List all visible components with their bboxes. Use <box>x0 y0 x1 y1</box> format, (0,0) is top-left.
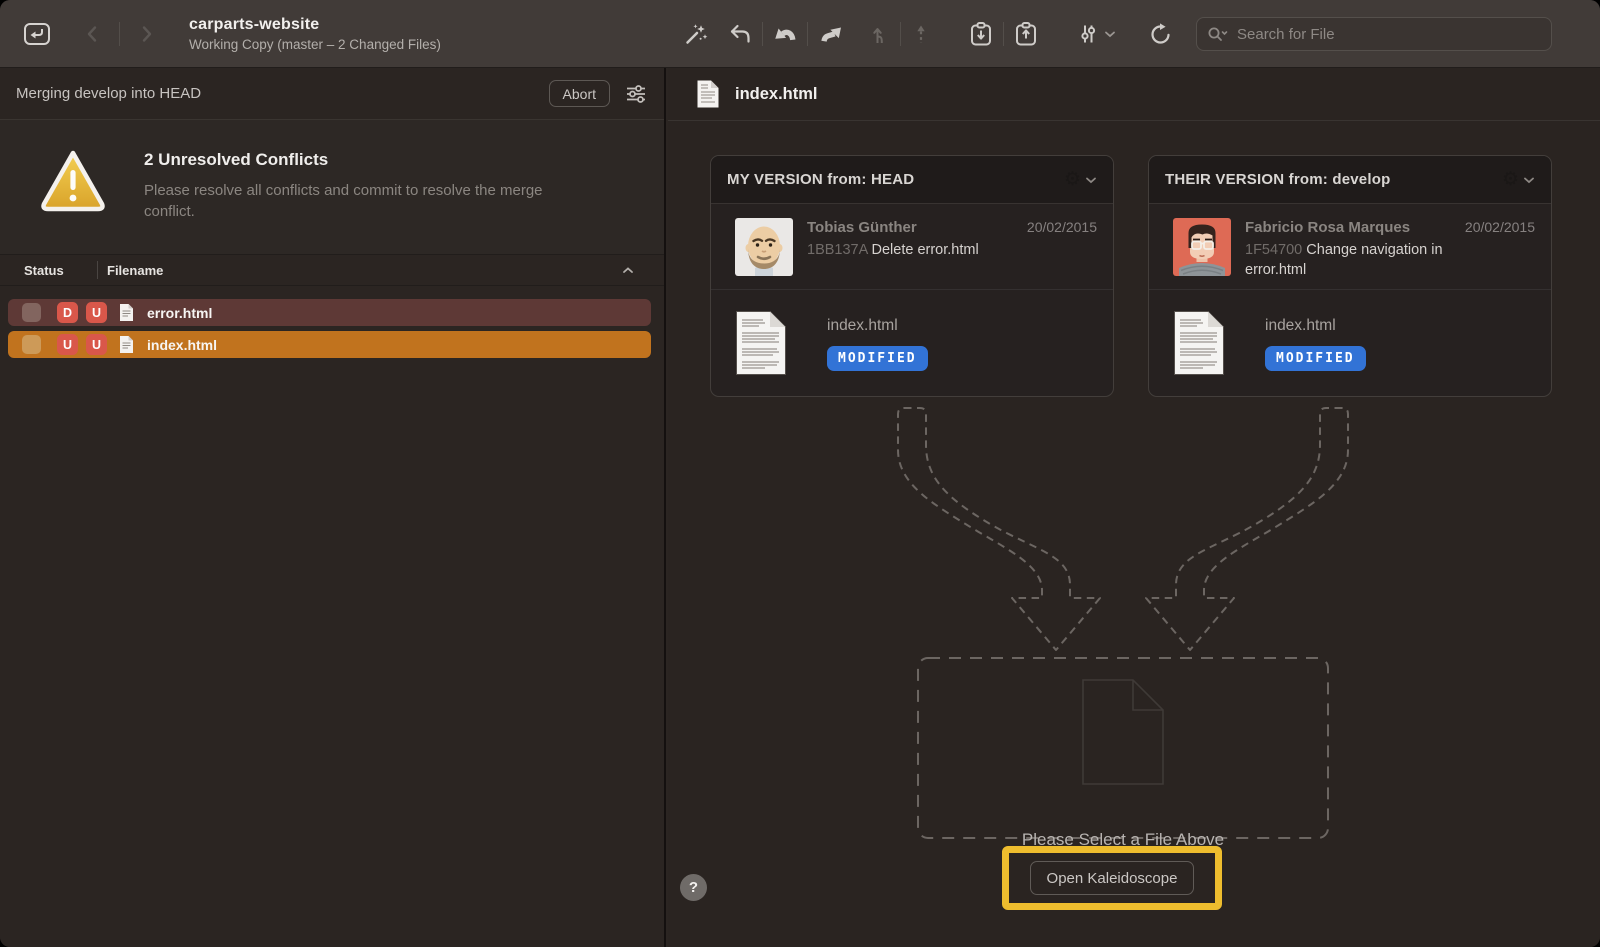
status-badge: U <box>57 334 78 355</box>
modified-status-badge: MODIFIED <box>1265 346 1366 371</box>
commit-date: 20/02/2015 <box>1465 219 1535 235</box>
abort-button[interactable]: Abort <box>549 80 610 107</box>
apply-stash-icon[interactable] <box>808 12 852 56</box>
right-merge-arrow <box>1146 408 1348 650</box>
left-merge-arrow <box>898 408 1100 650</box>
stage-checkbox[interactable] <box>22 335 41 354</box>
document-icon <box>696 79 720 109</box>
empty-document-outline <box>1083 680 1163 784</box>
chevron-down-icon[interactable] <box>1104 30 1122 38</box>
refresh-icon[interactable] <box>1138 12 1182 56</box>
conflict-warning: 2 Unresolved Conflicts Please resolve al… <box>0 120 664 255</box>
warning-triangle-icon <box>36 146 110 254</box>
repo-title: carparts-website <box>189 16 441 34</box>
column-filename[interactable]: Filename <box>107 263 163 278</box>
merge-header: Merging develop into HEAD Abort <box>0 68 664 120</box>
card-title: THEIR VERSION from: develop <box>1165 171 1390 188</box>
search-icon <box>1207 25 1229 43</box>
gear-menu[interactable]: ⚙ <box>1064 168 1097 191</box>
chevron-down-icon <box>1085 176 1097 184</box>
working-copy-icon[interactable] <box>16 17 58 51</box>
stash-icon[interactable] <box>763 12 807 56</box>
gear-menu[interactable]: ⚙ <box>1502 168 1535 191</box>
table-row[interactable]: D U error.html <box>8 299 651 326</box>
their-version-header: THEIR VERSION from: develop ⚙ <box>1149 156 1551 204</box>
repo-subtitle: Working Copy (master – 2 Changed Files) <box>189 37 441 52</box>
merge-panel: Merging develop into HEAD Abort 2 Unreso… <box>0 68 666 947</box>
their-version-card: THEIR VERSION from: develop ⚙ Fabricio R… <box>1148 155 1552 397</box>
detail-panel: index.html MY VERSION from: HEAD ⚙ <box>668 68 1600 947</box>
status-badge: U <box>86 334 107 355</box>
file-icon <box>119 335 134 354</box>
version-file[interactable]: index.html MODIFIED <box>711 290 1113 376</box>
card-title: MY VERSION from: HEAD <box>727 171 914 188</box>
filename-label: index.html <box>147 337 217 353</box>
clipboard-push-icon[interactable] <box>1004 12 1048 56</box>
modified-status-badge: MODIFIED <box>827 346 928 371</box>
nav-back-icon[interactable] <box>72 12 112 56</box>
workflow-sliders-icon[interactable] <box>1068 12 1108 56</box>
column-status[interactable]: Status <box>24 263 97 278</box>
filter-sliders-icon[interactable] <box>624 82 648 106</box>
nav-separator <box>119 22 120 46</box>
undo-icon[interactable] <box>718 12 762 56</box>
commit-hash: 1F54700 <box>1245 242 1302 258</box>
gear-icon: ⚙ <box>1064 168 1081 191</box>
detail-file-title: index.html <box>735 85 818 104</box>
warning-title: 2 Unresolved Conflicts <box>144 150 576 170</box>
stage-checkbox[interactable] <box>22 303 41 322</box>
repo-titles: carparts-website Working Copy (master – … <box>189 16 441 52</box>
magic-wand-icon[interactable] <box>674 12 718 56</box>
gear-icon: ⚙ <box>1502 168 1519 191</box>
version-filename: index.html <box>827 317 928 335</box>
merge-target-box <box>918 658 1328 838</box>
commit-author: Tobias Günther <box>807 219 917 236</box>
my-version-header: MY VERSION from: HEAD ⚙ <box>711 156 1113 204</box>
cherry-pick-icon[interactable] <box>860 12 900 56</box>
chevron-down-icon <box>1523 176 1535 184</box>
search-field[interactable] <box>1196 17 1552 51</box>
commit-date: 20/02/2015 <box>1027 219 1097 235</box>
status-badge: D <box>57 302 78 323</box>
app-window: carparts-website Working Copy (master – … <box>0 0 1600 947</box>
warning-message: Please resolve all conflicts and commit … <box>144 180 576 222</box>
help-button[interactable]: ? <box>680 874 707 901</box>
version-file[interactable]: index.html MODIFIED <box>1149 290 1551 376</box>
commit-author: Fabricio Rosa Marques <box>1245 219 1410 236</box>
nav-forward-icon[interactable] <box>127 12 167 56</box>
detail-file-header: index.html <box>668 68 1600 121</box>
annotation-highlight: Open Kaleidoscope <box>1002 846 1222 910</box>
filename-label: error.html <box>147 305 212 321</box>
search-input[interactable] <box>1237 26 1541 43</box>
clipboard-pull-icon[interactable] <box>959 12 1003 56</box>
document-preview-icon <box>735 310 787 376</box>
column-divider <box>97 261 98 279</box>
status-badge: U <box>86 302 107 323</box>
commit-hash: 1BB137A <box>807 242 867 258</box>
file-table-header[interactable]: Status Filename <box>0 255 664 286</box>
version-filename: index.html <box>1265 317 1366 335</box>
avatar <box>735 218 793 276</box>
merge-title: Merging develop into HEAD <box>16 85 201 102</box>
push-dashed-icon[interactable] <box>901 12 941 56</box>
sort-chevron-up-icon[interactable] <box>622 266 634 274</box>
commit-info[interactable]: Tobias Günther 20/02/2015 1BB137A Delete… <box>711 204 1113 290</box>
commit-info[interactable]: Fabricio Rosa Marques 20/02/2015 1F54700… <box>1149 204 1551 290</box>
my-version-card: MY VERSION from: HEAD ⚙ Tobias Günther 2… <box>710 155 1114 397</box>
commit-message: Delete error.html <box>872 242 979 258</box>
avatar <box>1173 218 1231 276</box>
open-kaleidoscope-button[interactable]: Open Kaleidoscope <box>1030 861 1194 895</box>
document-preview-icon <box>1173 310 1225 376</box>
table-row[interactable]: U U index.html <box>8 331 651 358</box>
toolbar: carparts-website Working Copy (master – … <box>0 0 1600 68</box>
file-icon <box>119 303 134 322</box>
